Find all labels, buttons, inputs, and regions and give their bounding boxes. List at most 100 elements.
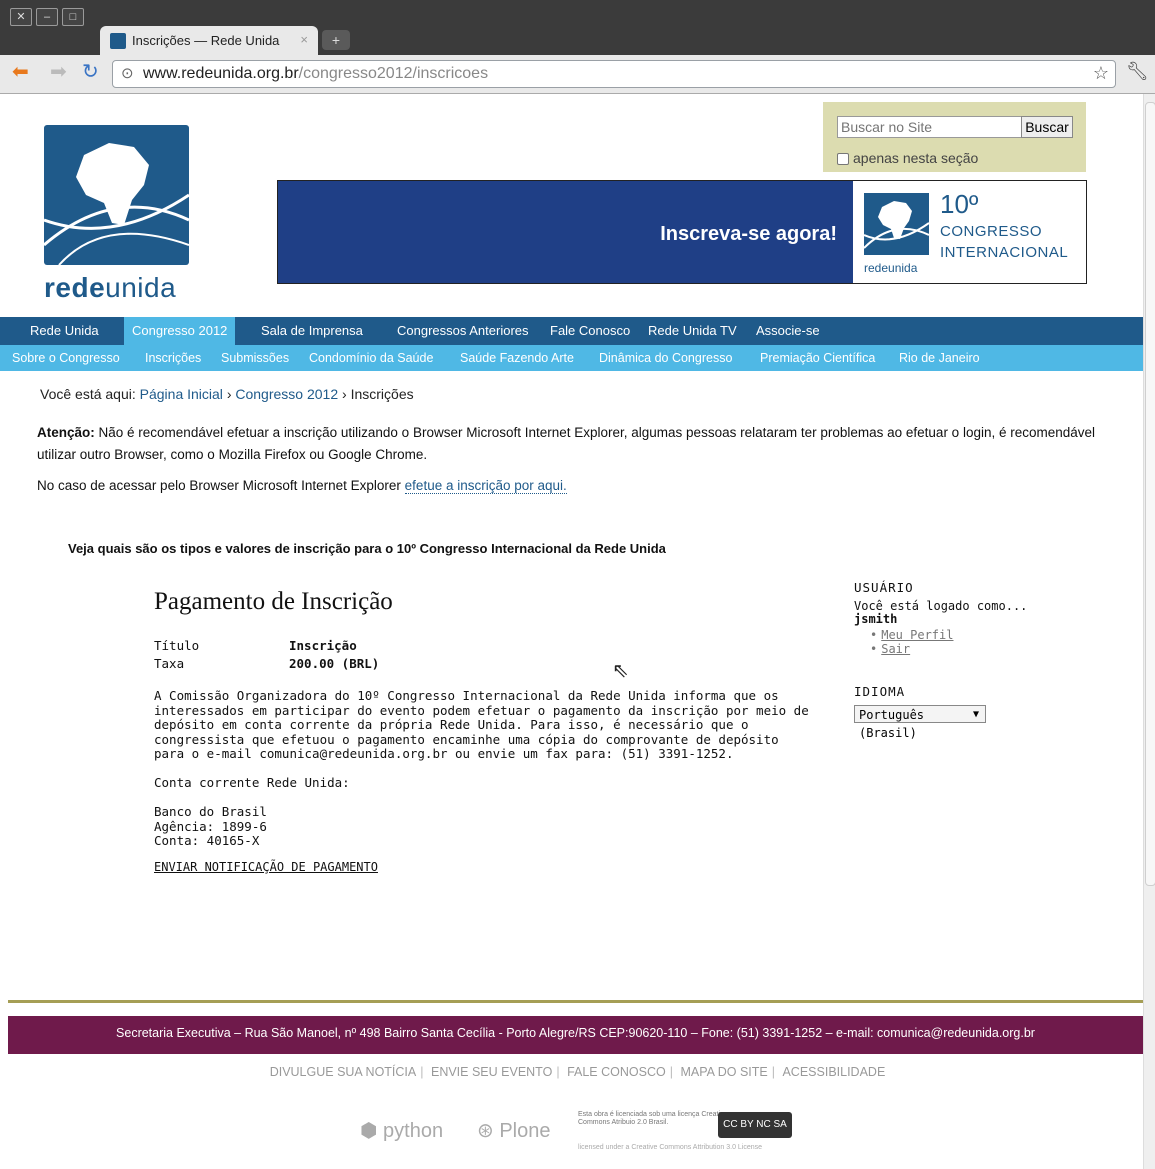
account-label: Conta corrente Rede Unida:: [154, 775, 350, 790]
dropdown-arrow-icon: ▼: [972, 709, 979, 720]
scrollbar-thumb[interactable]: [1145, 102, 1155, 886]
subnav-saude-arte[interactable]: Saúde Fazendo Arte: [460, 345, 574, 371]
plone-logo[interactable]: ⊛ Plone: [477, 1118, 550, 1143]
nav-associe-se[interactable]: Associe-se: [756, 317, 820, 345]
bank-account: Conta: 40165-X: [154, 833, 260, 848]
user-heading: USUÁRIO: [854, 580, 914, 595]
subnav-inscricoes[interactable]: Inscrições: [145, 345, 201, 371]
subnav-premiacao[interactable]: Premiação Científica: [760, 345, 875, 371]
site-logo[interactable]: [43, 125, 190, 266]
address-bar[interactable]: ⊙ www.redeunida.org.br/congresso2012/ins…: [112, 60, 1116, 88]
browser-tab[interactable]: Inscrições — Rede Unida ×: [100, 26, 318, 56]
breadcrumb-separator: ›: [342, 386, 347, 402]
brazil-map-icon: [43, 143, 190, 266]
ie-alternative: No caso de acessar pelo Browser Microsof…: [37, 478, 567, 494]
primary-nav: Rede Unida Congresso 2012 Sala de Impren…: [0, 317, 1143, 345]
bookmark-star-icon[interactable]: ☆: [1093, 63, 1109, 84]
ie-registration-link[interactable]: efetue a inscrição por aqui.: [404, 478, 567, 494]
fee-value: 200.00 (BRL): [289, 656, 380, 671]
tab-close-icon[interactable]: ×: [300, 32, 308, 47]
footer-links: DIVULGUE SUA NOTÍCIA | ENVIE SEU EVENTO | …: [269, 1065, 886, 1079]
payment-instructions: A Comissão Organizadora do 10º Congresso…: [154, 688, 809, 761]
banner-number: 10º: [940, 189, 979, 219]
nav-fale-conosco[interactable]: Fale Conosco: [550, 317, 630, 345]
python-logo[interactable]: ⬢ python: [360, 1118, 443, 1143]
globe-icon: ⊙: [121, 65, 134, 82]
browser-chrome: ✕ – □ Inscrições — Rede Unida × + ⬅ ➡ ↻ …: [0, 0, 1155, 94]
footer-link-envie[interactable]: ENVIE SEU EVENTO: [431, 1065, 552, 1079]
fee-label: Taxa: [154, 656, 185, 671]
window-close-icon[interactable]: ✕: [10, 8, 32, 26]
breadcrumb-current: Inscrições: [350, 386, 414, 402]
profile-link[interactable]: • Meu Perfil: [870, 628, 953, 642]
send-payment-notification-link[interactable]: ENVIAR NOTIFICAÇÃO DE PAGAMENTO: [154, 860, 378, 874]
subnav-condominio[interactable]: Condomínio da Saúde: [309, 345, 433, 371]
footer-link-acessibilidade[interactable]: ACESSIBILIDADE: [782, 1065, 885, 1079]
banner-cta: Inscreva-se agora!: [660, 223, 837, 245]
window-maximize-icon[interactable]: □: [62, 8, 84, 26]
footer-address-bar: Secretaria Executiva – Rua São Manoel, n…: [8, 1016, 1143, 1054]
bank-name: Banco do Brasil: [154, 804, 267, 819]
title-value: Inscrição: [289, 638, 357, 653]
banner-line2: INTERNACIONAL: [940, 244, 1069, 261]
logo-text: redeunida: [44, 272, 177, 303]
nav-congressos-anteriores[interactable]: Congressos Anteriores: [397, 317, 529, 345]
cc-license-badge[interactable]: CC BY NC SA: [718, 1112, 792, 1138]
wrench-menu-icon[interactable]: 🔧︎: [1126, 61, 1149, 82]
nav-rede-unida[interactable]: Rede Unida: [30, 317, 99, 345]
cc-license-text: Esta obra é licenciada sob uma licença C…: [578, 1111, 728, 1126]
new-tab-button[interactable]: +: [322, 30, 350, 50]
logged-as-text: Você está logado como...: [854, 599, 1028, 613]
banner-logo-text: redeunida: [864, 261, 918, 275]
nav-congresso-2012[interactable]: Congresso 2012: [124, 317, 236, 345]
reload-icon[interactable]: ↻: [82, 61, 99, 83]
breadcrumb-separator: ›: [226, 386, 232, 402]
breadcrumb-prefix: Você está aqui:: [40, 386, 136, 402]
congress-banner[interactable]: Inscreva-se agora! redeunida 10º CONGRES…: [277, 180, 1087, 284]
browser-toolbar: ⬅ ➡ ↻ ⊙ www.redeunida.org.br/congresso20…: [0, 55, 1155, 94]
banner-logo-icon: [863, 193, 930, 255]
payment-title: Pagamento de Inscrição: [154, 588, 393, 615]
search-button[interactable]: Buscar: [1021, 116, 1073, 138]
search-section-option[interactable]: apenas nesta seção: [837, 150, 978, 166]
footer-link-fale[interactable]: FALE CONOSCO: [567, 1065, 666, 1079]
nav-sala-de-imprensa[interactable]: Sala de Imprensa: [261, 317, 363, 345]
breadcrumb: Você está aqui: Página Inicial › Congres…: [40, 386, 414, 402]
subnav-rio[interactable]: Rio de Janeiro: [899, 345, 980, 371]
registration-types-heading: Veja quais são os tipos e valores de ins…: [68, 541, 666, 556]
footer-link-divulgue[interactable]: DIVULGUE SUA NOTÍCIA: [270, 1065, 417, 1079]
subnav-sobre[interactable]: Sobre o Congresso: [12, 345, 120, 371]
nav-rede-unida-tv[interactable]: Rede Unida TV: [648, 317, 737, 345]
page-content: redeunida Buscar apenas nesta seção Insc…: [0, 94, 1143, 1169]
subnav-dinamica[interactable]: Dinâmica do Congresso: [599, 345, 732, 371]
secondary-nav: Sobre o Congresso Inscrições Submissões …: [0, 345, 1143, 371]
banner-blue-area: Inscreva-se agora!: [278, 181, 853, 283]
title-label: Título: [154, 638, 200, 653]
url-text: www.redeunida.org.br/congresso2012/inscr…: [143, 65, 489, 82]
breadcrumb-section-link[interactable]: Congresso 2012: [235, 386, 338, 402]
section-checkbox[interactable]: [837, 153, 849, 166]
footer-divider: [8, 1000, 1143, 1003]
python-icon: ⬢: [360, 1120, 378, 1142]
window-minimize-icon[interactable]: –: [36, 8, 58, 26]
banner-line1: CONGRESSO: [940, 223, 1043, 240]
subnav-submissoes[interactable]: Submissões: [221, 345, 289, 371]
language-heading: IDIOMA: [854, 684, 906, 699]
footer-address: Secretaria Executiva – Rua São Manoel, n…: [116, 1026, 1035, 1040]
forward-icon[interactable]: ➡: [50, 61, 67, 83]
ie-warning: Atenção: Não é recomendável efetuar a in…: [37, 425, 1096, 462]
vertical-scrollbar[interactable]: [1143, 94, 1155, 1169]
footer-link-mapa[interactable]: MAPA DO SITE: [680, 1065, 767, 1079]
search-input[interactable]: [837, 116, 1023, 138]
cc-license-subtext: licensed under a Creative Commons Attrib…: [578, 1144, 763, 1151]
search-box: Buscar apenas nesta seção: [823, 102, 1086, 172]
back-icon[interactable]: ⬅: [12, 61, 29, 83]
language-select[interactable]: Português (Brasil) ▼: [854, 705, 986, 740]
favicon-icon: [110, 33, 126, 49]
mouse-cursor-icon: ⇖: [612, 660, 629, 682]
breadcrumb-home-link[interactable]: Página Inicial: [140, 386, 223, 402]
plone-icon: ⊛: [477, 1120, 494, 1142]
username: jsmith: [854, 612, 898, 626]
tab-title: Inscrições — Rede Unida: [132, 33, 280, 48]
logout-link[interactable]: • Sair: [870, 642, 910, 656]
